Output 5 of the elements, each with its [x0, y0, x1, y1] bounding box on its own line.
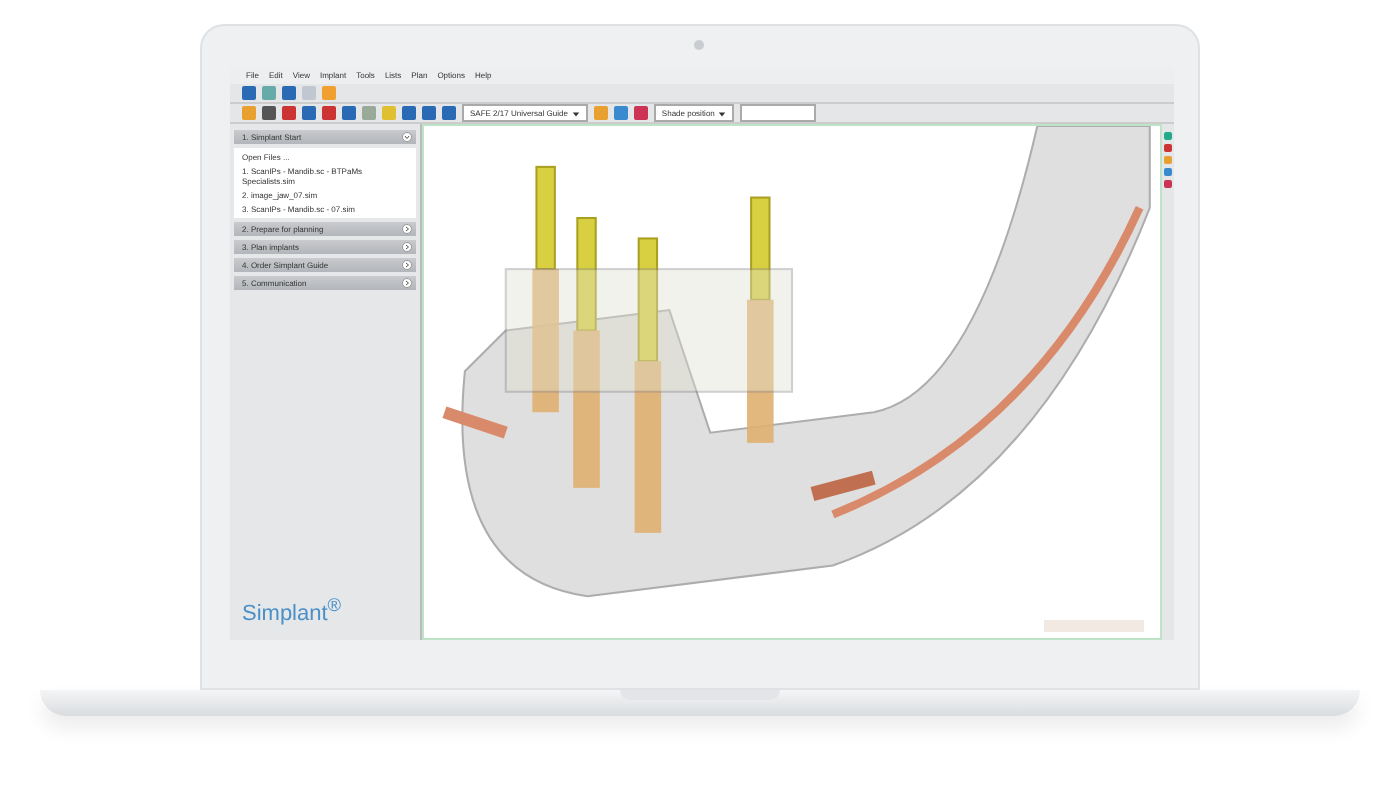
logo: Simplant$^{®}$ [240, 594, 344, 631]
input-field[interactable] [740, 104, 817, 123]
caret-icon [718, 109, 727, 118]
caret-icon [571, 109, 580, 118]
camera-icon [694, 40, 704, 50]
